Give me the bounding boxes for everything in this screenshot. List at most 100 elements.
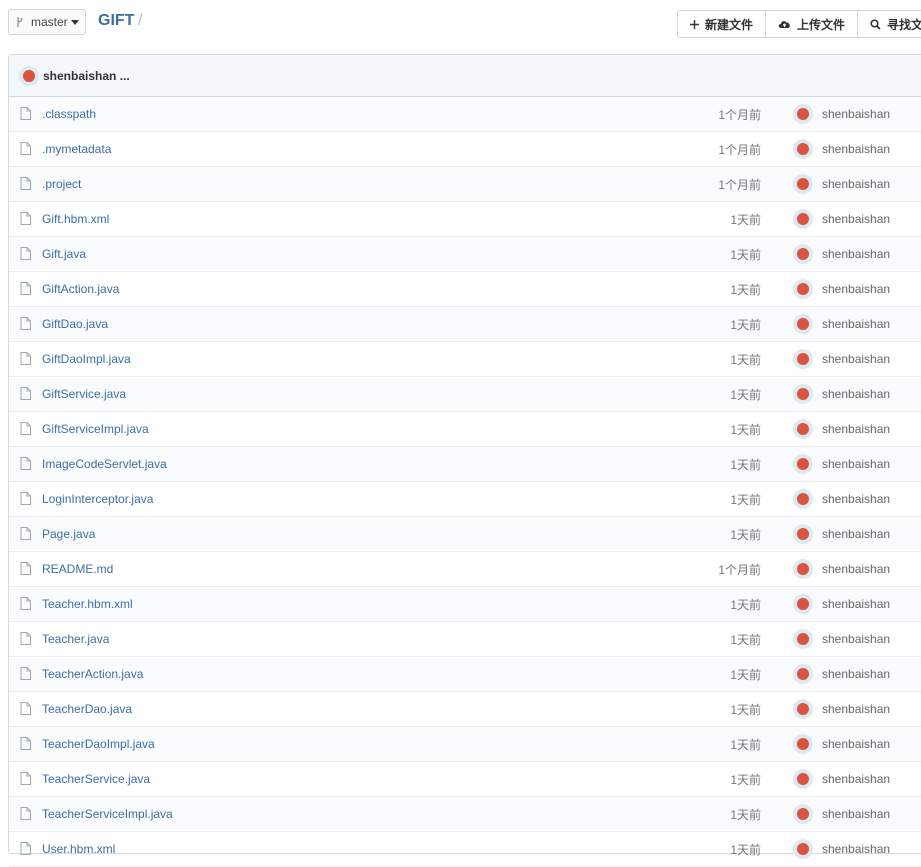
commit-author[interactable]: shenbaishan xyxy=(822,842,890,856)
file-name-link[interactable]: TeacherService.java xyxy=(42,772,150,786)
commit-author[interactable]: shenbaishan xyxy=(822,247,890,261)
branch-selector[interactable]: master xyxy=(8,9,86,35)
table-row[interactable]: TeacherServiceImpl.java 1天前 shenbaishan xyxy=(9,797,921,832)
file-name-link[interactable]: GiftServiceImpl.java xyxy=(42,422,149,436)
commit-author[interactable]: shenbaishan xyxy=(822,142,890,156)
commit-author[interactable]: shenbaishan xyxy=(822,492,890,506)
file-name-link[interactable]: GiftAction.java xyxy=(42,282,119,296)
file-name-link[interactable]: README.md xyxy=(42,562,113,576)
commit-author[interactable]: shenbaishan xyxy=(822,212,890,226)
file-name-link[interactable]: .classpath xyxy=(42,107,96,121)
file-name-link[interactable]: LoginInterceptor.java xyxy=(42,492,153,506)
avatar[interactable] xyxy=(793,349,813,369)
avatar[interactable] xyxy=(793,559,813,579)
file-name-link[interactable]: TeacherDao.java xyxy=(42,702,132,716)
upload-file-button[interactable]: 上传文件 xyxy=(766,11,859,37)
table-row[interactable]: Teacher.hbm.xml 1天前 shenbaishan xyxy=(9,587,921,622)
file-name-link[interactable]: .project xyxy=(42,177,81,191)
avatar[interactable] xyxy=(793,489,813,509)
commit-author[interactable]: shenbaishan xyxy=(822,597,890,611)
table-row[interactable]: Gift.java 1天前 shenbaishan xyxy=(9,237,921,272)
file-name-link[interactable]: Gift.java xyxy=(42,247,86,261)
avatar[interactable] xyxy=(793,699,813,719)
table-row[interactable]: .mymetadata 1个月前 shenbaishan xyxy=(9,132,921,167)
file-name-link[interactable]: GiftService.java xyxy=(42,387,126,401)
table-row[interactable]: .project 1个月前 shenbaishan xyxy=(9,167,921,202)
avatar[interactable] xyxy=(19,65,39,86)
commit-author[interactable]: shenbaishan xyxy=(822,387,890,401)
commit-author[interactable]: shenbaishan xyxy=(822,107,890,121)
avatar[interactable] xyxy=(793,524,813,544)
avatar[interactable] xyxy=(793,629,813,649)
avatar[interactable] xyxy=(793,769,813,789)
commit-author[interactable]: shenbaishan xyxy=(822,282,890,296)
avatar[interactable] xyxy=(793,454,813,474)
file-name-link[interactable]: Teacher.java xyxy=(42,632,109,646)
commit-author[interactable]: shenbaishan xyxy=(822,457,890,471)
latest-commit-author[interactable]: shenbaishan ... xyxy=(43,69,130,83)
file-name-link[interactable]: Gift.hbm.xml xyxy=(42,212,109,226)
repo-title-link[interactable]: GIFT xyxy=(98,12,134,30)
table-row[interactable]: GiftDaoImpl.java 1天前 shenbaishan xyxy=(9,342,921,377)
file-icon xyxy=(20,492,31,505)
file-name-link[interactable]: GiftDaoImpl.java xyxy=(42,352,131,366)
commit-time: 1个月前 xyxy=(718,107,761,122)
file-name-link[interactable]: ImageCodeServlet.java xyxy=(42,457,167,471)
table-row[interactable]: TeacherService.java 1天前 shenbaishan xyxy=(9,762,921,797)
table-row[interactable]: README.md 1个月前 shenbaishan xyxy=(9,552,921,587)
table-row[interactable]: LoginInterceptor.java 1天前 shenbaishan xyxy=(9,482,921,517)
table-row[interactable]: TeacherDaoImpl.java 1天前 shenbaishan xyxy=(9,727,921,762)
avatar[interactable] xyxy=(793,209,813,229)
table-row[interactable]: Teacher.java 1天前 shenbaishan xyxy=(9,622,921,657)
avatar[interactable] xyxy=(793,664,813,684)
commit-author[interactable]: shenbaishan xyxy=(822,807,890,821)
file-name-link[interactable]: GiftDao.java xyxy=(42,317,108,331)
avatar[interactable] xyxy=(793,419,813,439)
table-row[interactable]: TeacherAction.java 1天前 shenbaishan xyxy=(9,657,921,692)
avatar[interactable] xyxy=(793,104,813,124)
commit-time: 1天前 xyxy=(730,702,761,717)
file-name-link[interactable]: .mymetadata xyxy=(42,142,111,156)
avatar[interactable] xyxy=(793,279,813,299)
commit-author[interactable]: shenbaishan xyxy=(822,562,890,576)
commit-author[interactable]: shenbaishan xyxy=(822,737,890,751)
commit-author[interactable]: shenbaishan xyxy=(822,527,890,541)
commit-author[interactable]: shenbaishan xyxy=(822,667,890,681)
commit-author[interactable]: shenbaishan xyxy=(822,422,890,436)
file-name-link[interactable]: User.hbm.xml xyxy=(42,842,115,856)
file-name-link[interactable]: Page.java xyxy=(42,527,95,541)
table-row[interactable]: GiftAction.java 1天前 shenbaishan xyxy=(9,272,921,307)
commit-author[interactable]: shenbaishan xyxy=(822,352,890,366)
avatar[interactable] xyxy=(793,734,813,754)
avatar[interactable] xyxy=(793,314,813,334)
table-row[interactable]: Gift.hbm.xml 1天前 shenbaishan xyxy=(9,202,921,237)
table-row[interactable]: User.hbm.xml 1天前 shenbaishan xyxy=(9,832,921,867)
file-name-link[interactable]: TeacherAction.java xyxy=(42,667,143,681)
avatar[interactable] xyxy=(793,244,813,264)
avatar[interactable] xyxy=(793,139,813,159)
file-name-link[interactable]: Teacher.hbm.xml xyxy=(42,597,133,611)
table-row[interactable]: GiftService.java 1天前 shenbaishan xyxy=(9,377,921,412)
commit-author[interactable]: shenbaishan xyxy=(822,772,890,786)
table-row[interactable]: TeacherDao.java 1天前 shenbaishan xyxy=(9,692,921,727)
table-row[interactable]: ImageCodeServlet.java 1天前 shenbaishan xyxy=(9,447,921,482)
commit-author[interactable]: shenbaishan xyxy=(822,702,890,716)
commit-author[interactable]: shenbaishan xyxy=(822,632,890,646)
table-row[interactable]: Page.java 1天前 shenbaishan xyxy=(9,517,921,552)
commit-author[interactable]: shenbaishan xyxy=(822,317,890,331)
file-icon xyxy=(20,737,31,750)
avatar[interactable] xyxy=(793,804,813,824)
commit-time: 1天前 xyxy=(730,457,761,472)
new-file-button[interactable]: 新建文件 xyxy=(678,11,767,37)
table-row[interactable]: .classpath 1个月前 shenbaishan xyxy=(9,97,921,132)
avatar[interactable] xyxy=(793,839,813,859)
find-file-button[interactable]: 寻找文 xyxy=(858,11,921,37)
table-row[interactable]: GiftDao.java 1天前 shenbaishan xyxy=(9,307,921,342)
file-name-link[interactable]: TeacherServiceImpl.java xyxy=(42,807,173,821)
file-name-link[interactable]: TeacherDaoImpl.java xyxy=(42,737,155,751)
avatar[interactable] xyxy=(793,594,813,614)
table-row[interactable]: GiftServiceImpl.java 1天前 shenbaishan xyxy=(9,412,921,447)
avatar[interactable] xyxy=(793,174,813,194)
commit-author[interactable]: shenbaishan xyxy=(822,177,890,191)
avatar[interactable] xyxy=(793,384,813,404)
